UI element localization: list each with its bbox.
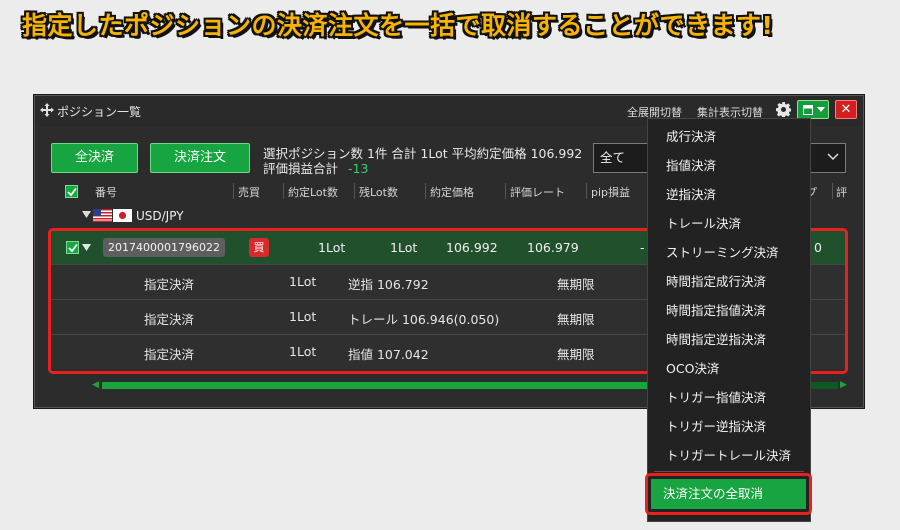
col-number[interactable]: 番号 <box>95 184 117 200</box>
scroll-right-arrow-icon[interactable]: ▶ <box>840 380 847 390</box>
col-filled-price[interactable]: 約定価格 <box>430 184 474 200</box>
gear-icon[interactable] <box>776 102 791 117</box>
window-layout-icon <box>803 105 813 115</box>
chevron-down-icon <box>827 153 839 161</box>
jp-flag-icon <box>113 209 132 222</box>
col-partial-8[interactable]: 評 <box>836 184 847 200</box>
menu-item-trigger-limit[interactable]: トリガー指値決済 <box>648 383 810 412</box>
check-icon <box>67 187 77 197</box>
settle-type-menu: 成行決済 指値決済 逆指決済 トレール決済 ストリーミング決済 時間指定成行決済… <box>647 118 811 522</box>
menu-item-stop[interactable]: 逆指決済 <box>648 180 810 209</box>
pl-summary: 評価損益合計 -13 <box>263 158 368 177</box>
col-remaining-lot[interactable]: 残Lot数 <box>359 184 398 200</box>
settle-all-button[interactable]: 全決済 <box>51 143 138 173</box>
col-pip-pl[interactable]: pip損益 <box>591 184 630 200</box>
menu-item-market[interactable]: 成行決済 <box>648 122 810 151</box>
filter-select-value: 全て <box>600 150 626 165</box>
menu-item-trigger-stop[interactable]: トリガー逆指決済 <box>648 412 810 441</box>
collapse-triangle-icon[interactable] <box>82 211 91 219</box>
close-button[interactable]: ✕ <box>835 100 857 119</box>
menu-item-timed-market[interactable]: 時間指定成行決済 <box>648 267 810 296</box>
menu-item-timed-limit[interactable]: 時間指定指値決済 <box>648 296 810 325</box>
col-side[interactable]: 売買 <box>238 184 260 200</box>
layout-menu-button[interactable] <box>797 100 829 119</box>
headline: 指定したポジションの決済注文を一括で取消することができます! <box>22 11 774 40</box>
menu-item-trigger-trail[interactable]: トリガートレール決済 <box>648 441 810 470</box>
col-eval-rate[interactable]: 評価レート <box>510 184 565 200</box>
menu-divider <box>654 471 804 472</box>
col-filled-lot[interactable]: 約定Lot数 <box>288 184 338 200</box>
cancel-all-highlight: 決済注文の全取消 <box>645 473 812 515</box>
scroll-thumb[interactable] <box>102 382 702 389</box>
menu-item-oco[interactable]: OCO決済 <box>648 354 810 383</box>
us-flag-icon <box>93 209 112 222</box>
pl-summary-value: -13 <box>348 161 369 176</box>
chevron-down-icon <box>817 107 825 112</box>
window-title: ポジション一覧 <box>57 105 142 119</box>
settle-order-button[interactable]: 決済注文 <box>150 143 250 173</box>
select-all-checkbox[interactable] <box>65 185 78 198</box>
symbol-label: USD/JPY <box>136 209 184 223</box>
pl-summary-label: 評価損益合計 <box>263 161 339 176</box>
cancel-all-orders-button[interactable]: 決済注文の全取消 <box>651 479 806 509</box>
menu-item-limit[interactable]: 指値決済 <box>648 151 810 180</box>
move-icon[interactable] <box>40 103 54 117</box>
menu-item-streaming[interactable]: ストリーミング決済 <box>648 238 810 267</box>
menu-item-trail[interactable]: トレール決済 <box>648 209 810 238</box>
menu-item-timed-stop[interactable]: 時間指定逆指決済 <box>648 325 810 354</box>
scroll-left-arrow-icon[interactable]: ◀ <box>92 380 99 390</box>
